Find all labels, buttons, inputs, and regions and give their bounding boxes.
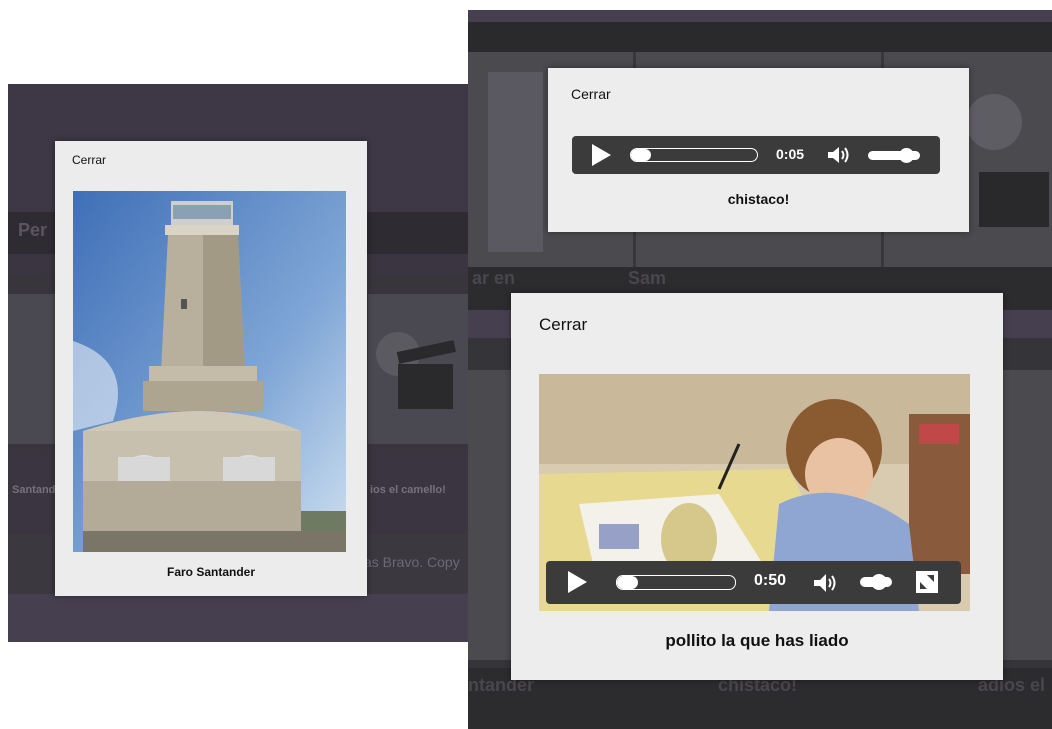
play-icon[interactable] <box>568 571 587 593</box>
close-link[interactable]: Cerrar <box>72 153 106 167</box>
volume-slider[interactable] <box>860 574 892 590</box>
audio-modal: Cerrar 0:05 chistaco! <box>548 68 969 232</box>
volume-knob[interactable] <box>871 574 887 590</box>
volume-icon[interactable] <box>826 145 852 165</box>
nav-label: Per <box>18 220 48 240</box>
close-link[interactable]: Cerrar <box>571 86 611 102</box>
time-display: 0:50 <box>754 572 787 589</box>
video-caption: pollito la que has liado <box>665 631 849 650</box>
close-link[interactable]: Cerrar <box>539 315 587 335</box>
progress-fill <box>617 576 638 589</box>
thumb-caption: Sam <box>628 268 667 288</box>
header-backdrop <box>468 10 1052 22</box>
thumb-caption: ar en <box>472 268 516 288</box>
audio-player: 0:05 <box>572 136 940 174</box>
lighthouse-photo <box>73 191 346 552</box>
fullscreen-glyph <box>920 575 934 589</box>
screenshot-canvas: Per Santand ios el camello! as Bravo. Co… <box>0 0 1052 729</box>
video-player[interactable]: 0:50 <box>539 374 970 611</box>
gallery-thumb <box>368 294 468 444</box>
time-display: 0:05 <box>776 146 805 162</box>
bottom-band <box>8 594 468 642</box>
play-icon[interactable] <box>592 144 611 166</box>
thumb-caption: Santand <box>12 484 56 496</box>
volume-slider[interactable] <box>868 148 920 163</box>
audio-caption: chistaco! <box>727 191 790 207</box>
video-controls: 0:50 <box>546 561 961 604</box>
thumb-caption: ios el camello! <box>370 484 446 496</box>
progress-fill <box>631 149 651 161</box>
volume-icon[interactable] <box>812 572 840 594</box>
progress-track[interactable] <box>616 575 736 590</box>
fullscreen-icon[interactable] <box>916 571 938 593</box>
photo-modal: Cerrar Faro Santander <box>55 141 367 596</box>
photo-caption: Faro Santander <box>166 565 256 579</box>
footer-copyright: as Bravo. Copy <box>364 554 460 570</box>
clapperboard-icon <box>376 332 456 409</box>
progress-track[interactable] <box>630 148 758 162</box>
nav-strip <box>468 22 1052 52</box>
video-modal: Cerrar 0:50 pollito la que has liado <box>511 293 1003 680</box>
volume-knob[interactable] <box>899 148 914 163</box>
